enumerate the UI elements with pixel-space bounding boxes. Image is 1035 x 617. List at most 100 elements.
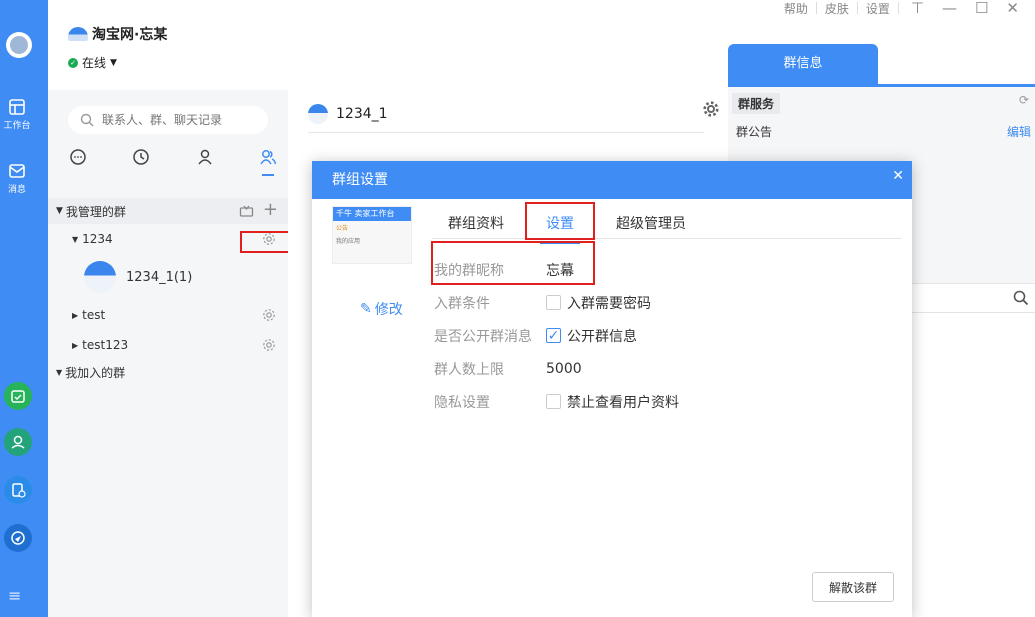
modify-label: 修改 <box>374 302 403 318</box>
group-preview-thumbnail: 千牛 卖家工作台 公告 我的应用 <box>332 206 412 264</box>
dialog-title: 群组设置 <box>332 172 388 188</box>
contact-tabs <box>68 148 278 176</box>
public-label: 是否公开群消息 <box>434 328 532 345</box>
dialog-tabs: 群组资料 设置 超级管理员 <box>432 209 902 244</box>
rail-label-workbench: 工作台 <box>3 121 31 131</box>
modify-button[interactable]: ✎ 修改 <box>360 299 403 319</box>
join-value: 入群需要密码 <box>567 295 651 312</box>
group-service-button[interactable]: 群服务 <box>732 93 781 114</box>
highlight-box-settings-tab <box>525 202 595 240</box>
minimize-icon[interactable]: — <box>942 0 957 17</box>
disband-group-button[interactable]: 解散该群 <box>812 572 894 602</box>
task-app-icon[interactable] <box>4 476 32 504</box>
list-item[interactable]: 1234_1(1) <box>48 254 288 300</box>
search-icon <box>80 113 94 127</box>
chat-settings-gear-icon[interactable] <box>702 100 720 122</box>
tab-group-profile[interactable]: 群组资料 <box>448 209 504 238</box>
group-row-test123[interactable]: ▶ test123 <box>48 330 288 360</box>
chat-bubble-icon <box>70 149 86 165</box>
status-label: 在线 <box>82 56 107 70</box>
search-input[interactable] <box>102 113 252 127</box>
public-value: 公开群信息 <box>567 328 637 345</box>
section-label-joined: 我加入的群 <box>65 365 126 380</box>
field-public-messages: 是否公开群消息 ✓ 公开群信息 <box>434 319 679 352</box>
highlight-box-nickname <box>431 241 595 285</box>
chat-header: 1234_1 <box>308 104 388 124</box>
group-name-1234: 1234 <box>82 232 113 246</box>
maximize-icon[interactable]: ☐ <box>975 0 988 17</box>
member-avatar <box>84 261 116 293</box>
workbench-icon <box>9 99 25 115</box>
user-avatar[interactable] <box>6 32 32 58</box>
section-label-managed: 我管理的群 <box>65 204 126 219</box>
preview-brand: 千牛 <box>336 209 352 218</box>
compass-app-icon[interactable] <box>4 524 32 552</box>
group-settings-dialog: 群组设置 ✕ 千牛 卖家工作台 公告 我的应用 ✎ 修改 群组资料 设置 超级管… <box>312 161 912 617</box>
field-privacy: 隐私设置 禁止查看用户资料 <box>434 385 679 418</box>
tab-groups[interactable] <box>258 148 278 176</box>
settings-link[interactable]: 设置 <box>866 0 890 17</box>
tab-group-info[interactable]: 群信息 <box>728 44 878 84</box>
group-name-test: test <box>82 308 106 322</box>
pin-icon[interactable]: ⊤ <box>911 0 924 17</box>
add-group-icon[interactable]: + <box>263 199 278 220</box>
tab-conversations[interactable] <box>68 148 88 172</box>
hide-profile-checkbox[interactable] <box>546 394 561 409</box>
tab-super-admin[interactable]: 超级管理员 <box>616 209 686 238</box>
privacy-label: 隐私设置 <box>434 394 490 411</box>
rail-item-messages[interactable]: 消息 <box>0 162 34 195</box>
skin-link[interactable]: 皮肤 <box>825 0 849 17</box>
account-user: 忘某 <box>139 27 168 43</box>
group-name-test123: test123 <box>82 338 129 352</box>
taobao-logo-icon <box>68 27 88 41</box>
rail-label-messages: 消息 <box>7 185 26 195</box>
service-app-icon[interactable] <box>4 428 32 456</box>
field-member-limit: 群人数上限 5000 <box>434 352 679 385</box>
top-nav: 帮助 皮肤 设置 ⊤ — ☐ ✕ <box>784 0 1035 17</box>
preview-line1: 公告 <box>336 225 349 232</box>
mail-icon <box>9 164 25 178</box>
field-join-condition: 入群条件 入群需要密码 <box>434 286 679 319</box>
edit-notice-link[interactable]: 编辑 <box>1007 123 1031 140</box>
close-icon[interactable]: ✕ <box>892 157 904 195</box>
help-link[interactable]: 帮助 <box>784 0 808 17</box>
left-rail: 工作台 消息 ≡ <box>0 0 48 617</box>
public-info-checkbox[interactable]: ✓ <box>546 328 561 344</box>
group-row-test[interactable]: ▶ test <box>48 300 288 330</box>
gear-icon[interactable] <box>262 338 276 355</box>
tab-recent[interactable] <box>131 148 151 172</box>
online-status-icon: ✓ <box>68 57 78 68</box>
group-notice-label: 群公告 <box>736 125 773 139</box>
section-joined-groups[interactable]: ▼ 我加入的群 <box>48 360 288 384</box>
refresh-icon[interactable]: ⟳ <box>1019 93 1029 107</box>
caret-down-icon: ▼ <box>110 57 117 68</box>
tab-contacts[interactable] <box>195 148 215 172</box>
group-tree: ▼ 我管理的群 + ▼ 1234 1234_1(1) ▶ test ▶ test… <box>48 198 288 384</box>
clock-icon <box>133 149 150 165</box>
close-window-icon[interactable]: ✕ <box>1006 0 1019 17</box>
chat-divider <box>308 132 704 133</box>
status-selector[interactable]: ✓ 在线 ▼ <box>68 54 117 71</box>
contact-search[interactable] <box>68 106 268 134</box>
account-brand: 淘宝网 <box>92 27 134 43</box>
menu-icon[interactable]: ≡ <box>8 586 21 605</box>
limit-value: 5000 <box>546 360 582 377</box>
search-icon[interactable] <box>1013 290 1029 310</box>
chat-title: 1234_1 <box>336 106 388 122</box>
inbox-icon[interactable] <box>239 203 254 221</box>
rail-item-workbench[interactable]: 工作台 <box>0 98 34 131</box>
account-name: 淘宝网·忘某 <box>92 27 168 43</box>
chat-avatar <box>308 104 328 124</box>
group-icon <box>260 150 277 165</box>
gear-icon[interactable] <box>262 308 276 325</box>
dialog-header: 群组设置 ✕ <box>312 161 912 199</box>
preview-sub: 卖家工作台 <box>354 209 395 218</box>
password-required-checkbox[interactable] <box>546 295 561 310</box>
privacy-value: 禁止查看用户资料 <box>567 394 679 411</box>
member-name: 1234_1(1) <box>126 269 193 285</box>
calendar-app-icon[interactable] <box>4 382 32 410</box>
edit-icon: ✎ <box>360 301 372 317</box>
section-managed-groups[interactable]: ▼ 我管理的群 + <box>48 198 288 224</box>
contacts-panel: ▼ 我管理的群 + ▼ 1234 1234_1(1) ▶ test ▶ <box>48 90 302 617</box>
preview-line2: 我的应用 <box>336 238 361 245</box>
